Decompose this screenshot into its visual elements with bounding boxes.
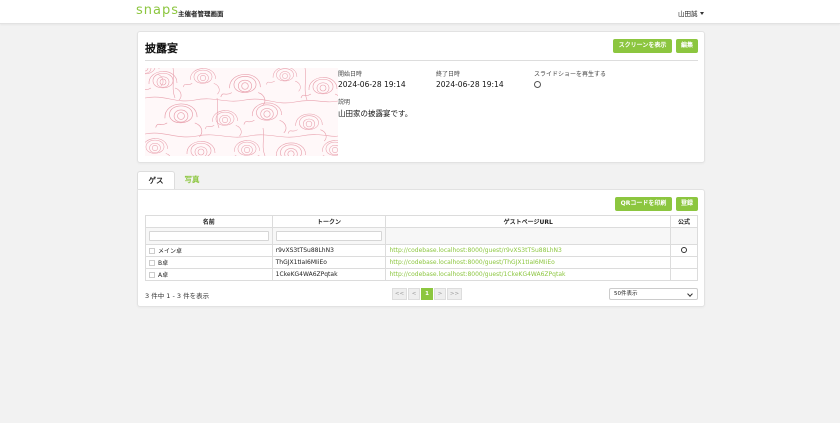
table-row[interactable]: A卓 1CkeKG4WA6ZPqtak http://codebase.loca… [145, 268, 698, 281]
print-qr-button[interactable]: QRコードを印刷 [615, 197, 672, 211]
page-size-select[interactable]: 50件表示 [609, 288, 698, 300]
slideshow-radio[interactable] [534, 81, 541, 88]
event-title: 披露宴 [145, 42, 178, 55]
slideshow-label: スライドショーを再生する [534, 71, 607, 78]
start-datetime-label: 開始日時 [338, 71, 363, 78]
description-label: 説明 [338, 99, 351, 106]
column-header-token[interactable]: トークン [271, 215, 387, 228]
description-value: 山田家の披露宴です。 [338, 109, 413, 118]
table-row[interactable]: メイン卓 r9vXS3tTSu88LhN3 http://codebase.lo… [145, 244, 698, 257]
divider [145, 60, 698, 61]
guest-url-link[interactable]: http://codebase.localhost:8000/guest/1Ck… [385, 268, 672, 281]
start-datetime-value: 2024-06-28 19:14 [338, 80, 406, 89]
filter-row [145, 227, 698, 245]
pagination: << < 1 > >> [392, 288, 463, 300]
guest-token: ThGJX1tIaI6MIiEo [271, 256, 387, 269]
column-header-name[interactable]: 名前 [145, 215, 273, 228]
chevron-down-icon [687, 291, 693, 297]
last-page-button[interactable]: >> [447, 288, 462, 300]
event-cover-image [145, 68, 338, 156]
row-checkbox[interactable] [149, 260, 155, 266]
row-checkbox[interactable] [149, 272, 155, 278]
table-row[interactable]: B卓 ThGJX1tIaI6MIiEo http://codebase.loca… [145, 256, 698, 269]
guests-table: 名前 トークン ゲストページURL 公式 メイン卓 r9vXS3tTSu88Lh… [145, 215, 698, 281]
tab-photos[interactable]: 写真 [175, 171, 209, 190]
user-menu[interactable]: 山田誠 [678, 8, 704, 18]
filter-cell [271, 227, 387, 245]
floral-pattern [145, 68, 338, 156]
guest-url-link[interactable]: http://codebase.localhost:8000/guest/r9v… [385, 244, 672, 257]
current-page-button[interactable]: 1 [421, 288, 433, 300]
app-title: 主催者管理画面 [178, 10, 224, 18]
name-filter-input[interactable] [149, 231, 269, 241]
prev-page-button[interactable]: < [408, 288, 420, 300]
register-button[interactable]: 登録 [676, 197, 698, 211]
guest-name: メイン卓 [158, 248, 183, 255]
guest-token: r9vXS3tTSu88LhN3 [271, 244, 387, 257]
official-circle-icon [681, 246, 687, 253]
user-name: 山田誠 [678, 10, 698, 18]
app-logo[interactable]: snaps [136, 3, 179, 18]
result-count-text: 3 件中 1 - 3 件を表示 [145, 292, 210, 300]
filter-cell [670, 227, 698, 245]
token-filter-input[interactable] [275, 231, 383, 241]
guest-token: 1CkeKG4WA6ZPqtak [271, 268, 387, 281]
guest-url-link[interactable]: http://codebase.localhost:8000/guest/ThG… [385, 256, 672, 269]
tab-bar: ゲスト 写真 [137, 171, 705, 203]
caret-down-icon [699, 12, 704, 15]
edit-button[interactable]: 編集 [676, 39, 698, 53]
end-datetime-label: 終了日時 [436, 71, 461, 78]
guest-name: B卓 [158, 260, 169, 267]
show-screen-button[interactable]: スクリーンを表示 [613, 39, 672, 53]
first-page-button[interactable]: << [392, 288, 407, 300]
next-page-button[interactable]: > [434, 288, 446, 300]
guest-name: A卓 [158, 272, 169, 279]
column-header-url[interactable]: ゲストページURL [385, 215, 672, 228]
filter-cell [385, 227, 672, 245]
event-card: 披露宴 スクリーンを表示 編集 開始日時 2024-06-28 19:14 終了… [137, 31, 705, 163]
row-checkbox[interactable] [149, 248, 155, 254]
table-header-row: 名前 トークン ゲストページURL 公式 [145, 215, 698, 228]
column-header-official[interactable]: 公式 [670, 215, 698, 228]
guests-card: QRコードを印刷 登録 名前 トークン ゲストページURL 公式 メイン卓 r9… [137, 189, 705, 307]
tab-guests[interactable]: ゲスト [137, 171, 175, 203]
page-size-value: 50件表示 [614, 291, 638, 297]
end-datetime-value: 2024-06-28 19:14 [436, 80, 504, 89]
filter-cell [145, 227, 273, 245]
top-navbar: snaps 主催者管理画面 山田誠 [0, 0, 840, 24]
